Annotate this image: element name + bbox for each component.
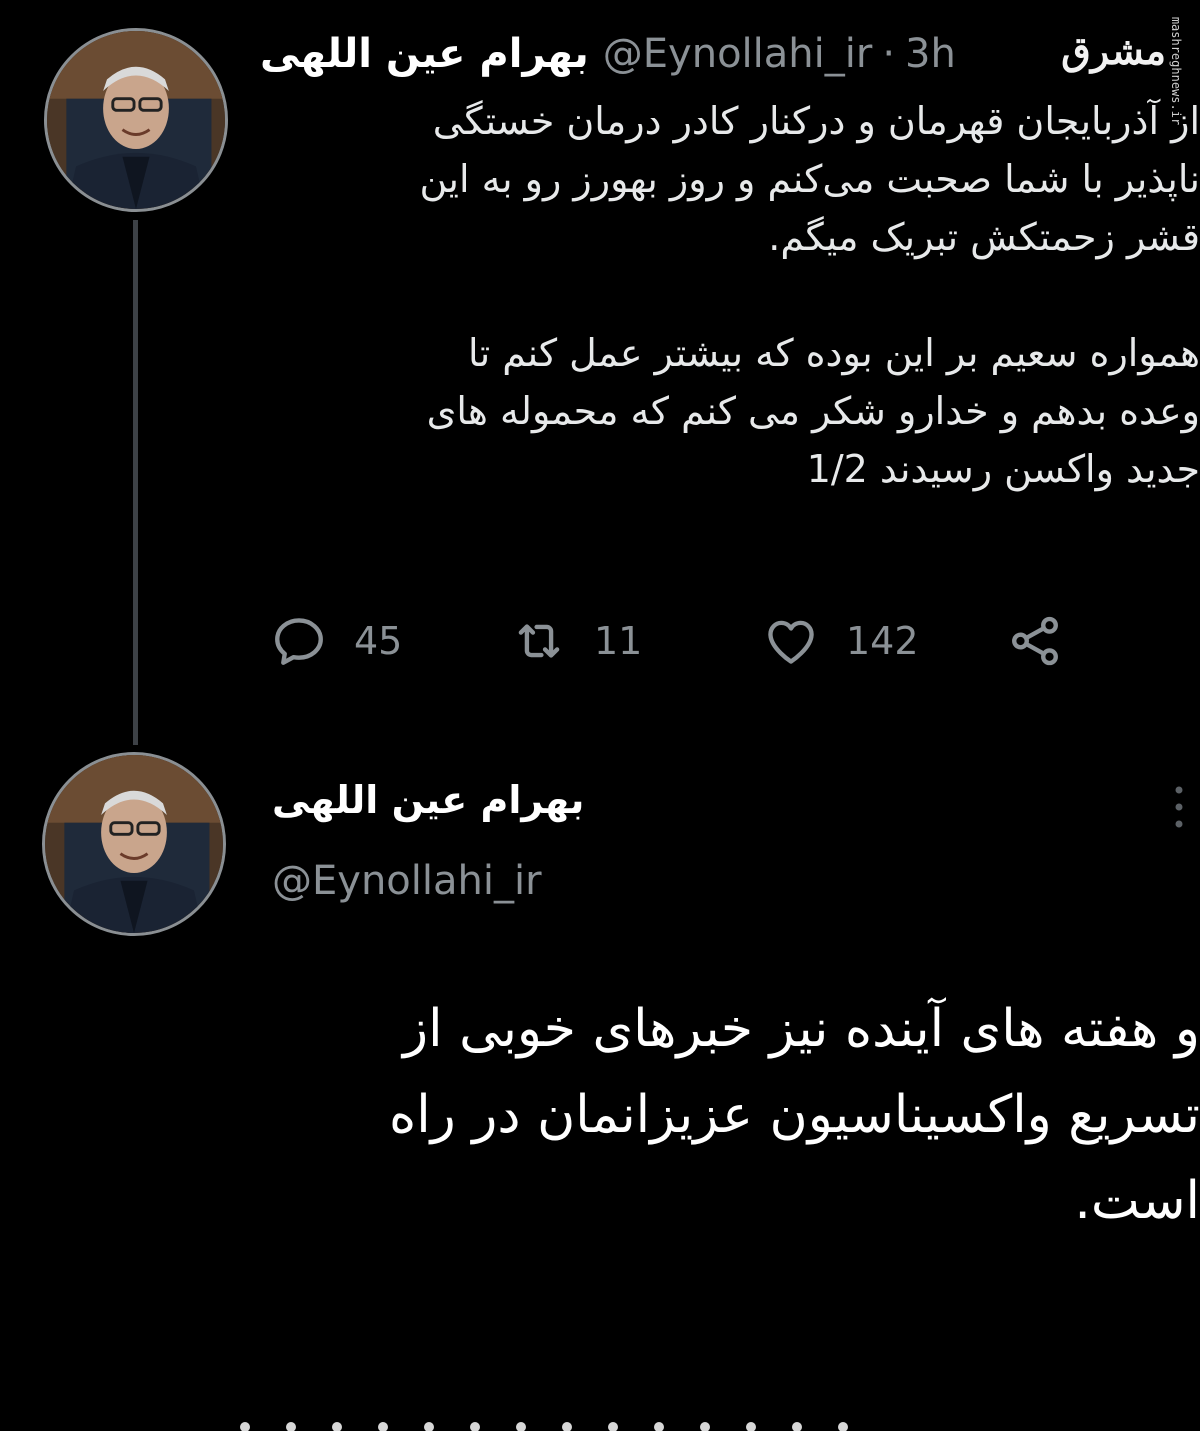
like-count: 142 xyxy=(846,619,919,663)
like-button[interactable]: 142 xyxy=(762,606,919,676)
speech-bubble-icon xyxy=(275,618,323,665)
tweet-text-line: جدید واکسن رسیدند 1/2 xyxy=(806,447,1200,491)
tweet-text-line: و هفته های آینده نیز خبرهای خوبی از xyxy=(403,999,1200,1059)
cropped-text-fragment xyxy=(240,1412,1200,1431)
tweet-header: بهرام عین اللهی @Eynollahi_ir · 3h xyxy=(260,26,956,82)
tweet-actions: 45 11 142 xyxy=(270,606,1090,676)
profile-photo-icon xyxy=(47,31,225,209)
tweet-text: و هفته های آینده نیز خبرهای خوبی از تسری… xyxy=(140,986,1200,1244)
tweet-text-line: ناپذیر با شما صحبت می‌کنم و روز بهورز رو… xyxy=(419,157,1200,201)
tweet-timestamp[interactable]: 3h xyxy=(905,31,956,77)
reply-button[interactable]: 45 xyxy=(270,606,402,676)
more-options-icon[interactable] xyxy=(1172,782,1186,832)
reply-count: 45 xyxy=(354,619,403,663)
tweet-text-line: از آذربایجان قهرمان و درکنار کادر درمان … xyxy=(432,99,1200,143)
retweet-icon xyxy=(518,624,560,658)
thread-line xyxy=(133,220,138,745)
avatar[interactable] xyxy=(44,28,228,212)
avatar[interactable] xyxy=(42,752,226,936)
author-handle[interactable]: @Eynollahi_ir xyxy=(272,858,584,904)
retweet-button[interactable]: 11 xyxy=(510,606,642,676)
watermark-logo: مشرق xyxy=(1061,28,1166,73)
author-name[interactable]: بهرام عین اللهی xyxy=(272,770,584,830)
tweet-text-line: قشر زحمتکش تبریک میگم. xyxy=(768,215,1200,259)
heart-icon xyxy=(768,620,814,664)
tweet-text-line: است. xyxy=(1074,1171,1200,1231)
author-handle[interactable]: @Eynollahi_ir xyxy=(603,31,873,77)
tweet-text-line: تسریع واکسیناسیون عزیزانمان در راه xyxy=(388,1085,1200,1145)
share-button[interactable] xyxy=(1006,606,1090,676)
retweet-count: 11 xyxy=(594,619,643,663)
author-name[interactable]: بهرام عین اللهی xyxy=(260,31,589,77)
profile-photo-icon xyxy=(45,755,223,933)
header-separator: · xyxy=(882,31,896,77)
tweet-text-line: وعده بدهم و خدارو شکر می کنم که محموله ه… xyxy=(426,389,1200,433)
tweet-text: از آذربایجان قهرمان و درکنار کادر درمان … xyxy=(260,92,1200,498)
share-icon xyxy=(1012,616,1058,666)
tweet-text-line: همواره سعیم بر این بوده که بیشتر عمل کنم… xyxy=(467,331,1200,375)
tweet-header: بهرام عین اللهی @Eynollahi_ir xyxy=(272,770,584,904)
